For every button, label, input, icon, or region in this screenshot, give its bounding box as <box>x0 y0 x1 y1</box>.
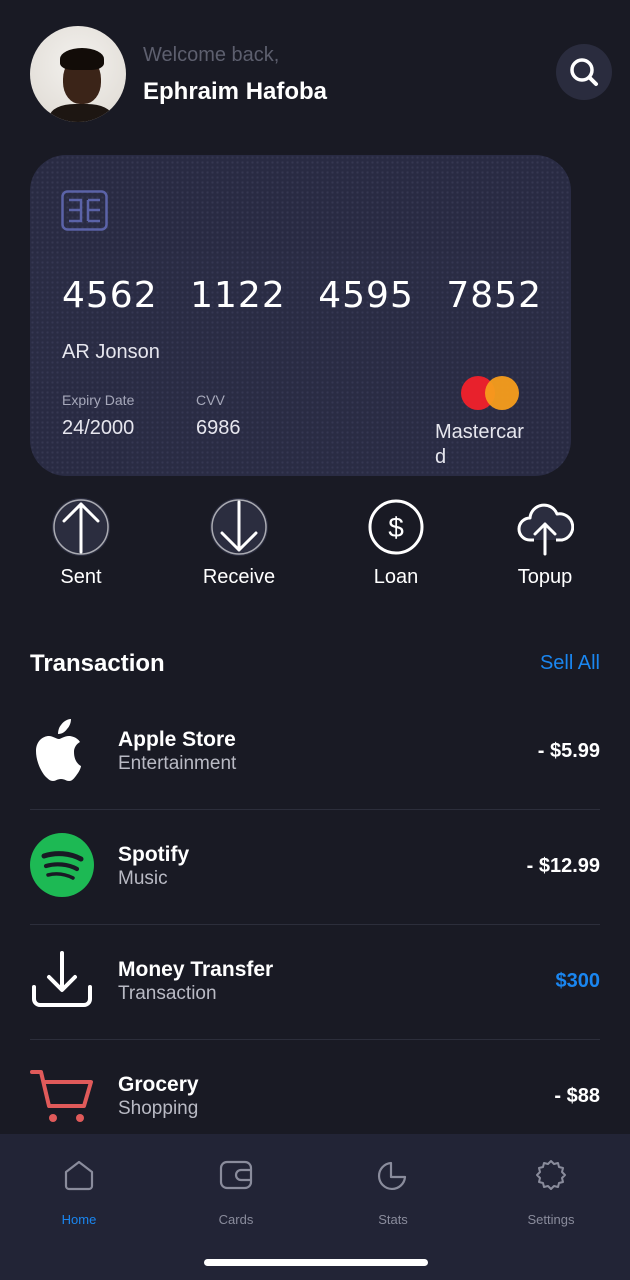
transaction-name: Money Transfer <box>118 958 274 981</box>
cvv-label: CVV <box>196 392 225 408</box>
transaction-name: Grocery <box>118 1073 199 1096</box>
transaction-name: Apple Store <box>118 728 236 751</box>
topup-label: Topup <box>517 566 573 588</box>
card-chip-icon <box>61 190 108 231</box>
sent-button[interactable]: Sent <box>11 498 151 589</box>
card-number-group: 4562 <box>62 275 158 316</box>
transaction-amount: $300 <box>555 970 601 992</box>
transaction-row[interactable]: Money Transfer Transaction $300 <box>30 925 600 1040</box>
mastercard-logo-icon <box>461 376 521 410</box>
home-indicator[interactable] <box>204 1259 428 1266</box>
home-icon <box>62 1158 96 1192</box>
card-number: 4562 1122 4595 7852 <box>62 275 542 316</box>
topup-button[interactable]: Topup <box>475 498 615 589</box>
card-number-group: 1122 <box>190 275 286 316</box>
dollar-icon: $ <box>367 498 425 556</box>
credit-card[interactable]: 4562 1122 4595 7852 AR Jonson Expiry Dat… <box>30 155 571 476</box>
svg-text:$: $ <box>388 512 404 543</box>
arrow-down-icon <box>210 498 268 556</box>
card-holder-name: AR Jonson <box>62 341 160 363</box>
welcome-text: Welcome back, <box>143 44 280 66</box>
tab-cards[interactable]: Cards <box>186 1158 286 1227</box>
loan-button[interactable]: $ Loan <box>326 498 466 589</box>
transaction-category: Entertainment <box>118 753 237 774</box>
receive-button[interactable]: Receive <box>169 498 309 589</box>
username: Ephraim Hafoba <box>143 78 328 105</box>
spotify-icon <box>30 833 94 897</box>
transaction-category: Transaction <box>118 983 217 1004</box>
search-button[interactable] <box>556 44 612 100</box>
transaction-name: Spotify <box>118 843 190 866</box>
tab-settings[interactable]: Settings <box>501 1158 601 1227</box>
transaction-list: Apple Store Entertainment - $5.99 Spotif… <box>30 695 600 1155</box>
expiry-label: Expiry Date <box>62 392 135 408</box>
tab-stats-label: Stats <box>378 1212 408 1227</box>
avatar-shoulders <box>50 104 112 122</box>
transaction-section-title: Transaction <box>30 650 165 677</box>
transaction-row[interactable]: Apple Store Entertainment - $5.99 <box>30 695 600 810</box>
search-icon <box>570 58 598 86</box>
avatar-hair <box>60 48 104 70</box>
expiry-value: 24/2000 <box>62 417 135 439</box>
apple-icon <box>36 719 81 781</box>
cloud-upload-icon <box>516 498 574 556</box>
tab-home[interactable]: Home <box>29 1158 129 1227</box>
wallet-icon <box>219 1158 253 1192</box>
quick-actions: Sent Receive $ Loan Topup <box>0 498 630 598</box>
gear-icon <box>534 1158 568 1192</box>
mastercard-orange-circle <box>485 376 519 410</box>
card-number-group: 7852 <box>446 275 542 316</box>
transaction-category: Music <box>118 868 168 889</box>
transaction-category: Shopping <box>118 1098 199 1119</box>
cvv-value: 6986 <box>196 417 241 439</box>
tab-cards-label: Cards <box>218 1212 254 1227</box>
arrow-up-icon <box>52 498 110 556</box>
loan-label: Loan <box>373 566 419 588</box>
avatar[interactable] <box>30 26 126 122</box>
tab-settings-label: Settings <box>527 1212 575 1227</box>
tab-stats[interactable]: Stats <box>343 1158 443 1227</box>
card-brand: Mastercard <box>435 421 524 468</box>
transaction-amount: - $12.99 <box>526 855 600 877</box>
sent-label: Sent <box>60 566 102 588</box>
header: Welcome back, Ephraim Hafoba <box>30 26 612 122</box>
transaction-amount: - $88 <box>554 1085 600 1107</box>
tab-home-label: Home <box>61 1212 97 1227</box>
transaction-amount: - $5.99 <box>537 740 600 762</box>
see-all-link[interactable]: Sell All <box>540 652 600 675</box>
transaction-row[interactable]: Spotify Music - $12.99 <box>30 810 600 925</box>
download-icon <box>32 951 92 1007</box>
cart-icon <box>30 1070 93 1122</box>
card-number-group: 4595 <box>318 275 414 316</box>
receive-label: Receive <box>202 566 276 588</box>
pie-chart-icon <box>376 1158 410 1192</box>
